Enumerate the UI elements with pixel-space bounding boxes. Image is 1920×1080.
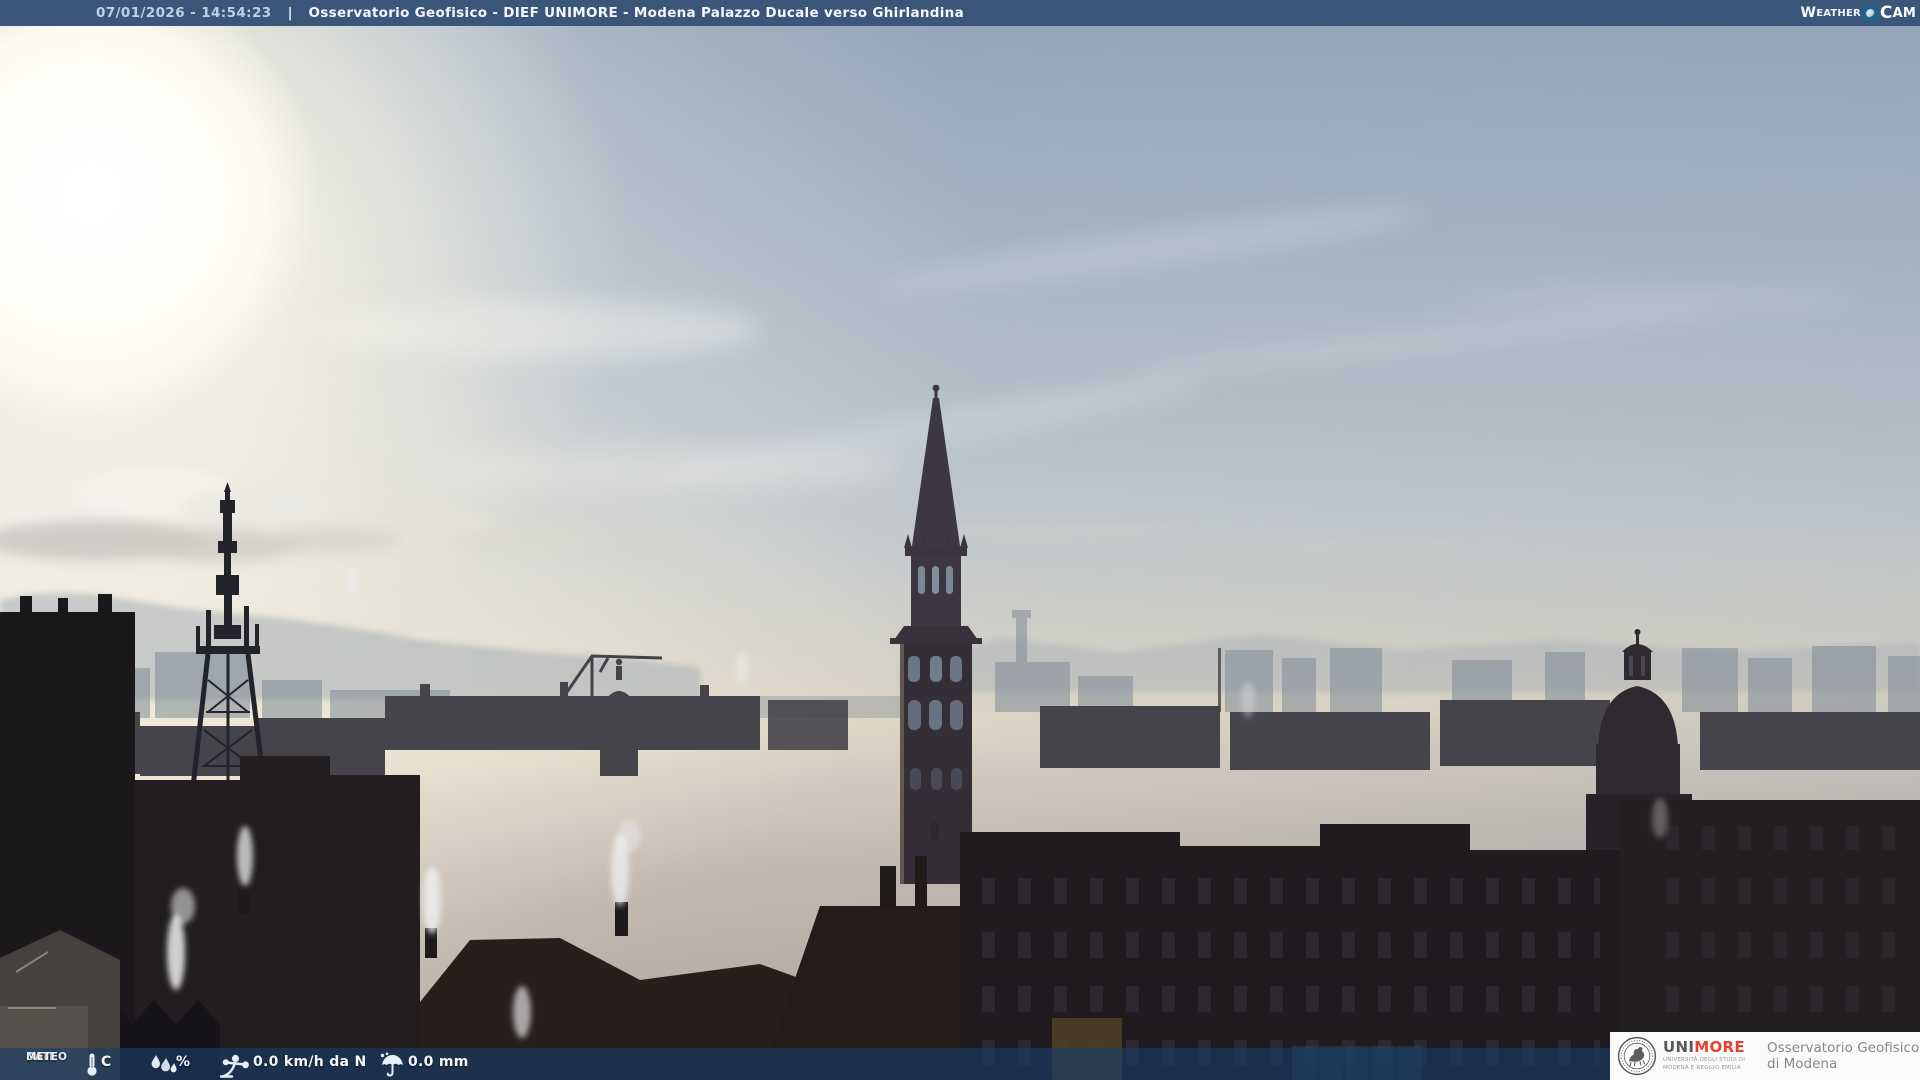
timestamp: 07/01/2026 - 14:54:23 xyxy=(96,5,272,21)
anemometer-icon xyxy=(220,1054,249,1078)
unimore-more: MORE xyxy=(1694,1038,1745,1057)
rain-value: 0.0 mm xyxy=(408,1054,469,1070)
cirrus-clouds xyxy=(320,208,1860,494)
camera-lens-icon xyxy=(1862,5,1878,21)
brand-weather-rest: EATHER xyxy=(1816,7,1861,19)
unimore-credit-card: UNIMORE UNIVERSITÀ DEGLI STUDI DI MODENA… xyxy=(1610,1032,1920,1080)
wind-value: 0.0 km/h da N xyxy=(253,1054,367,1070)
observatory-name-line2: di Modena xyxy=(1767,1056,1838,1072)
brand-cam-initial: C xyxy=(1879,3,1893,23)
city-scene xyxy=(0,208,1920,1080)
observatory-name: Osservatorio Geofisico di Modena xyxy=(1767,1040,1919,1072)
ghirlandina-tower xyxy=(890,384,982,884)
separator: | xyxy=(287,5,293,21)
webcam-page: 07/01/2026 - 14:54:23 | Osservatorio Geo… xyxy=(0,0,1920,1080)
brand-weather-initial: W xyxy=(1800,5,1817,21)
unimore-tagline-line1: UNIVERSITÀ DEGLI STUDI DI xyxy=(1663,1057,1746,1064)
temperature-value: C xyxy=(101,1054,112,1070)
webcam-photo xyxy=(0,26,1920,1080)
thermometer-icon xyxy=(87,1053,97,1076)
unimore-tagline-line2: MODENA E REGGIO EMILIA xyxy=(1663,1064,1741,1071)
weathercam-logo: W EATHER C AM xyxy=(1801,1,1916,25)
unimore-uni: UNI xyxy=(1663,1038,1695,1057)
page-title: Osservatorio Geofisico - DIEF UNIMORE - … xyxy=(308,5,965,21)
humidity-value: % xyxy=(176,1054,191,1070)
unimore-seal-icon xyxy=(1617,1036,1657,1076)
umbrella-rain-icon xyxy=(380,1052,403,1077)
top-overlay-bar: 07/01/2026 - 14:54:23 | Osservatorio Geo… xyxy=(0,0,1920,26)
brand-cam-rest: AM xyxy=(1892,5,1916,21)
humidity-drops-icon xyxy=(151,1055,177,1073)
unimore-wordmark: UNIMORE UNIVERSITÀ DEGLI STUDI DI MODENA… xyxy=(1663,1040,1759,1071)
observatory-name-line1: Osservatorio Geofisico xyxy=(1767,1039,1920,1056)
meteo-label-line2: METEO xyxy=(26,1051,67,1063)
